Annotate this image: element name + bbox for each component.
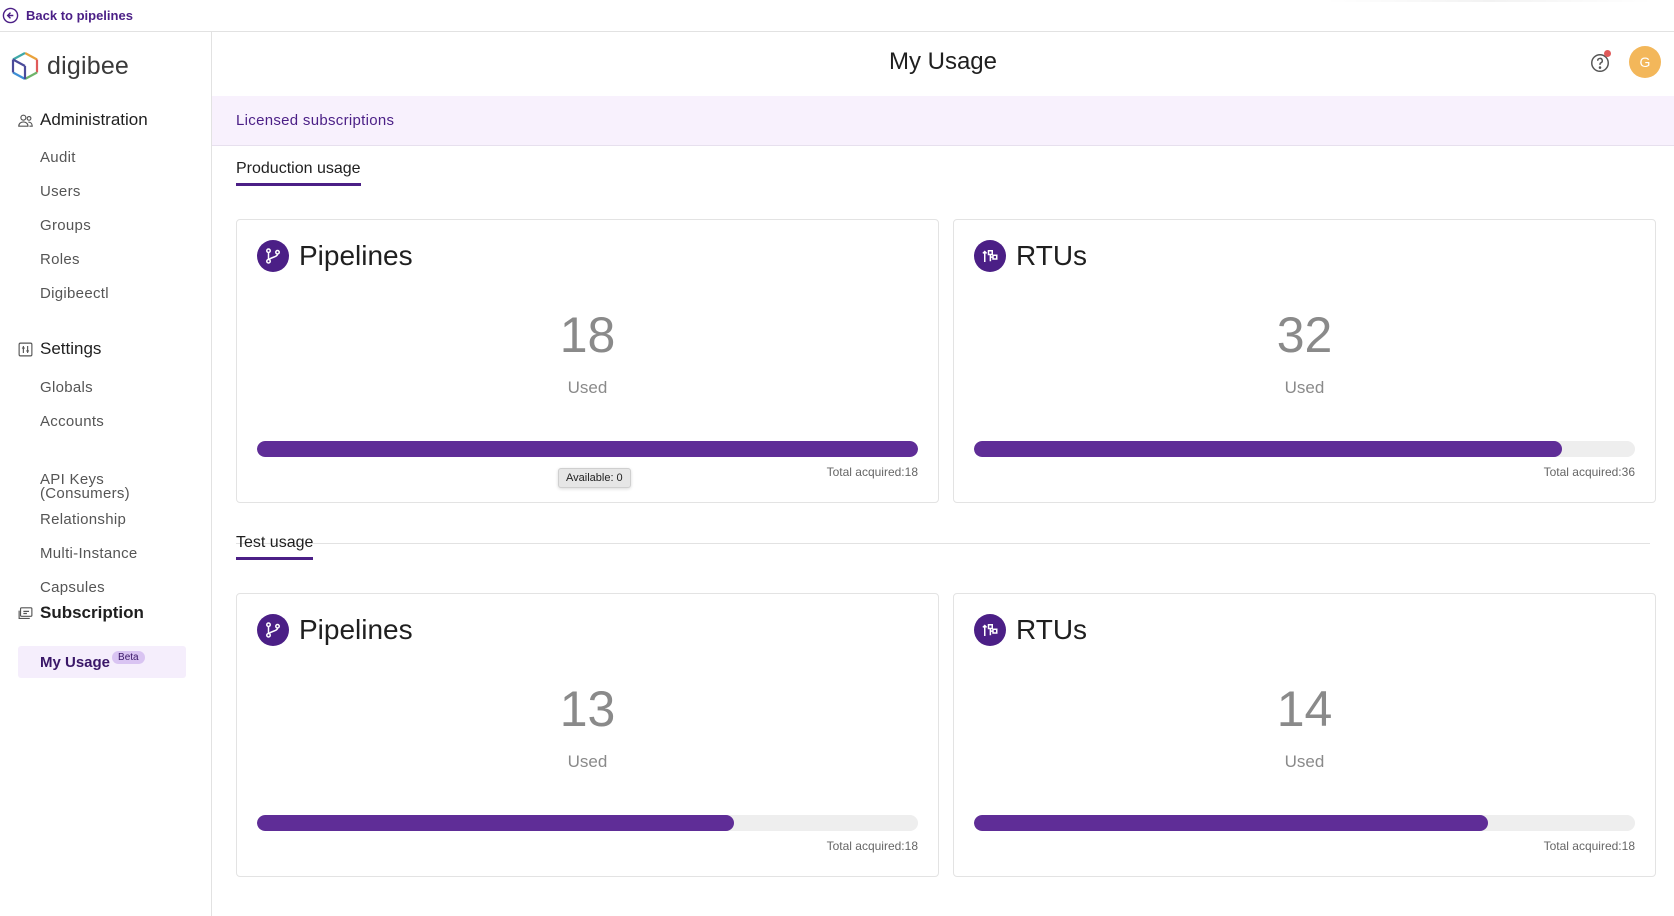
- usage-progress-bar[interactable]: [257, 441, 918, 457]
- card-title: RTUs: [1016, 614, 1088, 645]
- used-value: 14: [1276, 681, 1333, 737]
- usage-progress-bar[interactable]: [974, 441, 1635, 457]
- arrow-left-circle-icon: [2, 7, 19, 24]
- page-title: My Usage: [888, 48, 998, 75]
- sidebar-item-capsules[interactable]: Capsules: [40, 580, 105, 595]
- used-label: Used: [567, 752, 608, 771]
- total-acquired: Total acquired:18: [826, 465, 918, 479]
- test-rtus-card: RTUs 14 Used Total acquired:18: [953, 593, 1656, 877]
- settings-sliders-icon: [18, 342, 33, 356]
- total-acquired: Total acquired:18: [1543, 839, 1635, 853]
- tab-test-usage[interactable]: Test usage: [236, 534, 314, 560]
- git-branch-icon: [257, 614, 289, 646]
- section-settings-title: Settings: [40, 339, 102, 358]
- sidebar-item-globals[interactable]: Globals: [40, 380, 93, 395]
- card-header: Pipelines: [257, 240, 413, 272]
- usage-progress-fill: [974, 441, 1562, 457]
- card-title: Pipelines: [299, 240, 413, 271]
- used-value: 18: [559, 307, 616, 363]
- used-value: 32: [1276, 307, 1333, 363]
- used-label: Used: [567, 378, 608, 397]
- sidebar-item-digibeectl[interactable]: Digibeectl: [40, 286, 109, 301]
- rtu-icon: [974, 240, 1006, 272]
- usage-progress-fill: [257, 815, 735, 831]
- brand-name: digibee: [47, 51, 130, 80]
- sidebar: digibee Administration Audit Users Group…: [0, 32, 212, 916]
- used-label: Used: [1284, 378, 1325, 397]
- total-acquired: Total acquired:18: [826, 839, 918, 853]
- top-bar: Back to pipelines: [0, 0, 1674, 32]
- section-settings: Settings: [17, 339, 101, 359]
- available-tooltip: Available: 0: [558, 468, 631, 488]
- notification-dot: [1604, 50, 1611, 57]
- sidebar-item-groups[interactable]: Groups: [40, 218, 91, 233]
- sidebar-item-roles[interactable]: Roles: [40, 252, 80, 267]
- users-icon: [18, 114, 33, 127]
- subscription-icon: [18, 606, 33, 619]
- sidebar-item-users[interactable]: Users: [40, 184, 81, 199]
- section-divider: [236, 543, 1650, 544]
- beta-badge: Beta: [112, 650, 145, 664]
- avatar[interactable]: G: [1629, 46, 1661, 78]
- usage-progress-bar[interactable]: [974, 815, 1635, 831]
- used-label: Used: [1284, 752, 1325, 771]
- licensed-subscriptions-label: Licensed subscriptions: [236, 112, 395, 129]
- back-label: Back to pipelines: [26, 8, 133, 23]
- usage-progress-fill: [257, 441, 918, 457]
- total-acquired: Total acquired:36: [1543, 465, 1635, 479]
- sidebar-item-api-keys[interactable]: API Keys (Consumers): [40, 472, 150, 501]
- production-pipelines-card: Pipelines 18 Used Available: 0 Total acq…: [236, 219, 939, 503]
- topbar-decoration: [1324, 0, 1654, 2]
- main-content: My Usage G Licensed subscriptions Produc…: [212, 32, 1674, 916]
- sidebar-item-relationship[interactable]: Relationship: [40, 512, 126, 527]
- usage-progress-fill: [974, 815, 1489, 831]
- card-header: RTUs: [974, 614, 1087, 646]
- usage-progress-bar[interactable]: [257, 815, 918, 831]
- section-subscription: Subscription: [17, 603, 144, 623]
- card-title: RTUs: [1016, 240, 1088, 271]
- tab-production-usage[interactable]: Production usage: [236, 160, 361, 186]
- card-header: Pipelines: [257, 614, 413, 646]
- sidebar-item-multi-instance[interactable]: Multi-Instance: [40, 546, 138, 561]
- section-administration: Administration: [17, 110, 148, 130]
- rtu-icon: [974, 614, 1006, 646]
- used-value: 13: [559, 681, 616, 737]
- card-title: Pipelines: [299, 614, 413, 645]
- licensed-subscriptions-bar[interactable]: Licensed subscriptions: [212, 96, 1674, 146]
- git-branch-icon: [257, 240, 289, 272]
- digibee-cube-icon: [11, 52, 39, 80]
- test-pipelines-card: Pipelines 13 Used Total acquired:18: [236, 593, 939, 877]
- digibee-logo[interactable]: digibee: [9, 50, 129, 82]
- card-header: RTUs: [974, 240, 1087, 272]
- production-rtus-card: RTUs 32 Used Total acquired:36: [953, 219, 1656, 503]
- sidebar-item-my-usage[interactable]: My Usage Beta: [18, 646, 186, 678]
- section-subscription-title: Subscription: [40, 603, 144, 622]
- sidebar-item-accounts[interactable]: Accounts: [40, 414, 104, 429]
- back-to-pipelines-link[interactable]: Back to pipelines: [2, 7, 133, 24]
- sidebar-item-audit[interactable]: Audit: [40, 150, 76, 165]
- section-administration-title: Administration: [40, 110, 148, 129]
- my-usage-label: My Usage: [40, 653, 111, 671]
